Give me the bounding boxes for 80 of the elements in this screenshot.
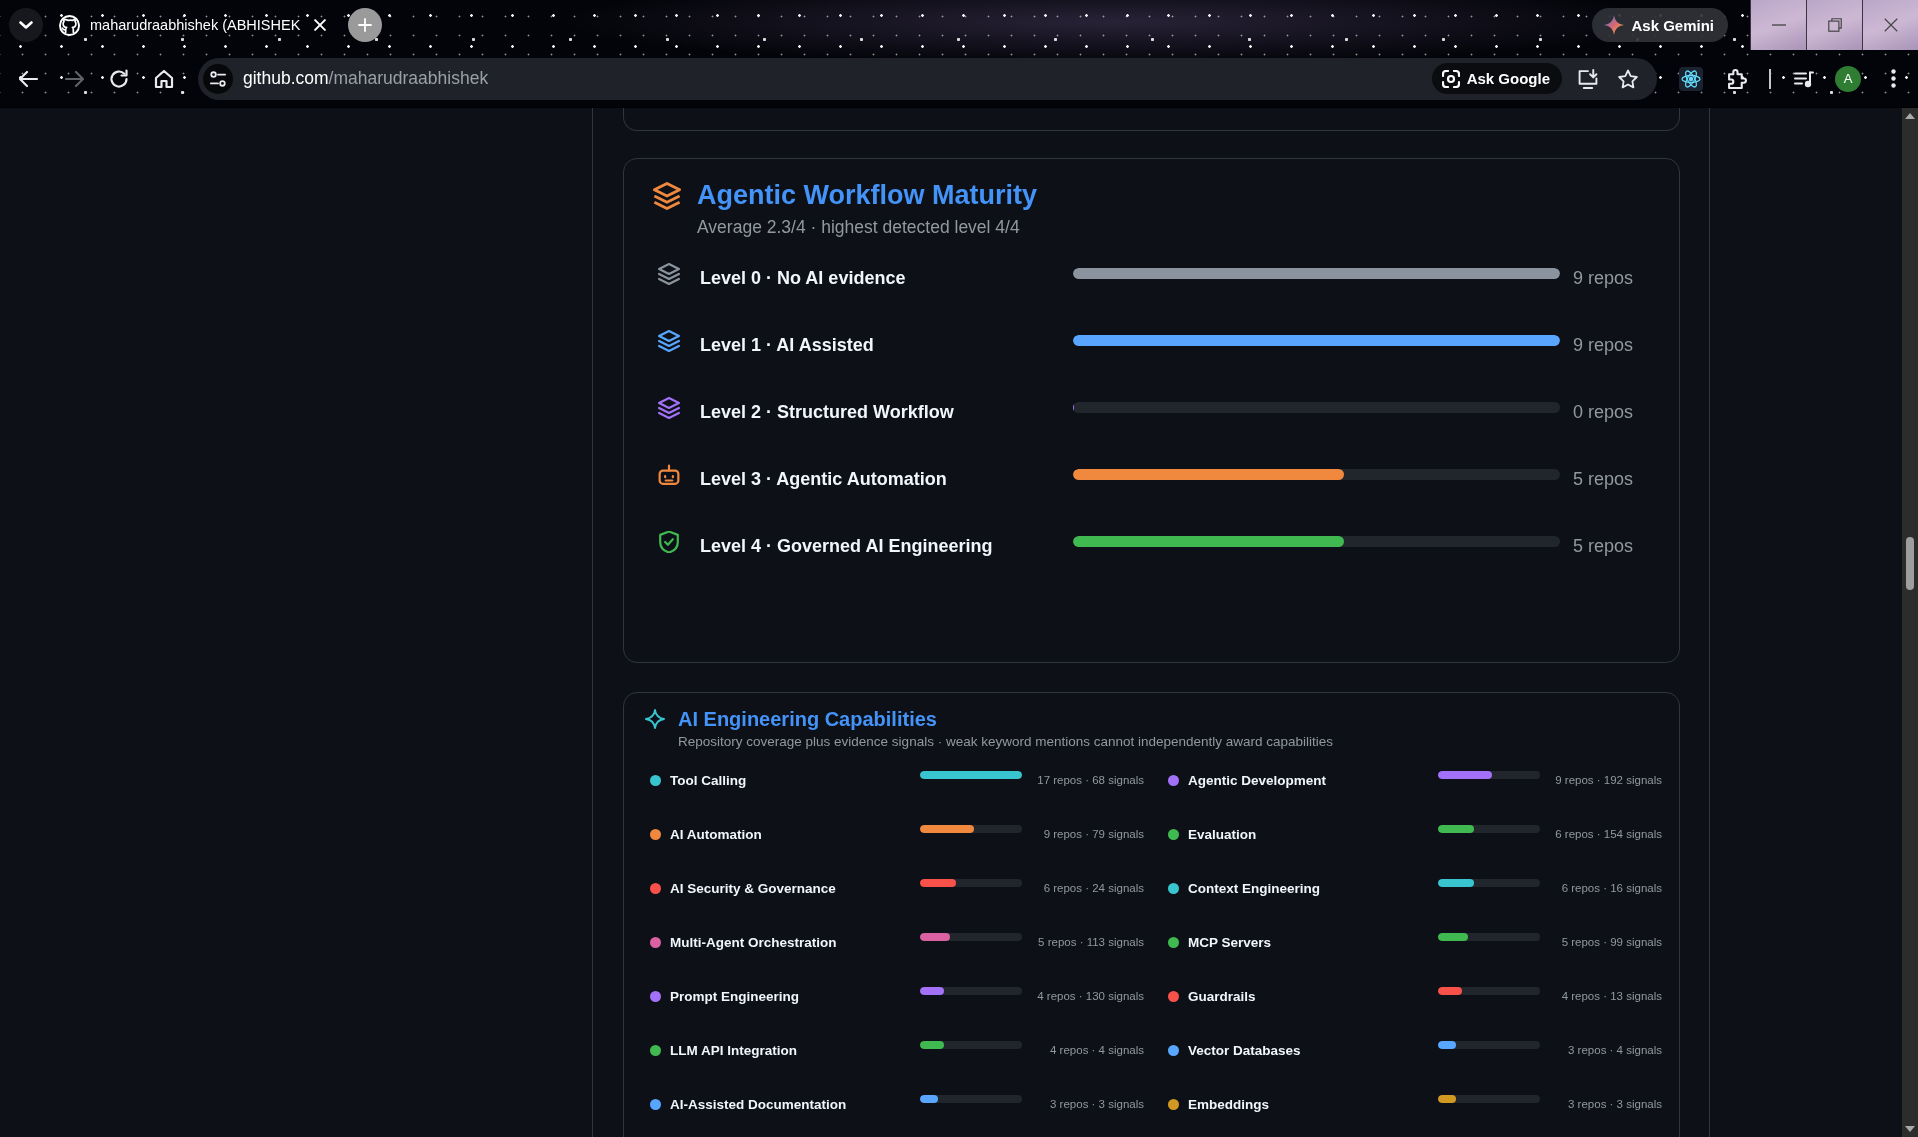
level-label: Level 2 · Structured Workflow [700,402,955,423]
plus-icon [356,16,375,34]
repo-signal-count: 17 repos · 68 signals [1036,774,1144,786]
close-icon [314,19,327,31]
back-arrow-icon [19,68,39,89]
repo-signal-count: 4 repos · 13 signals [1560,990,1662,1002]
card-title: AI Engineering Capabilities [678,707,938,731]
sparkle-icon [645,709,665,729]
star-icon [1618,68,1638,89]
scrollbar[interactable] [1902,108,1918,1137]
favicon-icon [59,14,80,36]
repo-signal-count: 4 repos · 4 signals [1049,1044,1144,1056]
capability-label: MCP Servers [1188,934,1273,950]
repo-signal-count: 3 repos · 4 signals [1567,1044,1662,1056]
repo-count: 9 repos [1571,268,1633,289]
card-subtitle: Average 2.3/4 · highest detected level 4/4 [697,216,1021,238]
repo-signal-count: 6 repos · 154 signals [1554,828,1662,840]
minimize-icon [1771,24,1786,26]
capability-label: Evaluation [1188,826,1258,842]
install-icon [1578,68,1598,89]
scrollbar-thumb[interactable] [1906,537,1914,590]
card-subtitle: Repository coverage plus evidence signals · weak keyword mentions cannot independently award capabilities [678,734,1334,750]
puzzle-icon [1727,68,1747,89]
tune-icon [210,70,226,87]
restore-button[interactable] [1806,0,1862,50]
capability-label: AI-Assisted Documentation [670,1096,848,1112]
close-window-button[interactable] [1862,0,1918,50]
level-label: Level 4 · Governed AI Engineering [700,536,994,557]
capability-label: Vector Databases [1188,1042,1302,1058]
capability-label: Context Engineering [1188,880,1321,896]
ask-google-button[interactable]: Ask Google [1431,63,1562,94]
browser-tab[interactable]: maharudraabhishek (ABHISHEK [51,7,339,43]
chevron-down-icon [19,21,33,29]
repo-signal-count: 4 repos · 130 signals [1036,990,1144,1002]
capability-label: AI Security & Governance [670,880,837,896]
repo-count: 0 repos [1571,402,1633,423]
close-icon [1883,18,1898,32]
level-label: Level 0 · No AI evidence [700,268,907,289]
repo-signal-count: 3 repos · 3 signals [1567,1098,1662,1110]
reload-icon [109,68,129,89]
capability-label: Agentic Development [1188,772,1328,788]
repo-signal-count: 5 repos · 113 signals [1037,936,1144,948]
card-title: Agentic Workflow Maturity [697,179,1038,212]
atom-icon [1679,66,1703,91]
scroll-down-icon[interactable] [1905,1126,1915,1132]
capability-label: Guardrails [1188,988,1257,1004]
forward-arrow-icon [64,68,84,89]
tab-search-button[interactable] [9,8,43,42]
repo-signal-count: 3 repos · 3 signals [1049,1098,1144,1110]
capability-label: AI Automation [670,826,763,842]
capability-label: Embeddings [1188,1096,1270,1112]
repo-signal-count: 5 repos · 99 signals [1560,936,1662,948]
ask-gemini-button[interactable]: Ask Gemini [1592,8,1728,42]
more-menu-icon [1890,69,1896,88]
capability-label: Prompt Engineering [670,988,800,1004]
repo-signal-count: 9 repos · 79 signals [1042,828,1144,840]
level-label: Level 3 · Agentic Automation [700,469,948,490]
capability-label: Tool Calling [670,772,748,788]
layers-icon [653,182,681,210]
site-info-button[interactable] [203,63,233,94]
profile-avatar[interactable]: A [1835,65,1861,92]
repo-signal-count: 9 repos · 192 signals [1554,774,1662,786]
repo-count: 5 repos [1571,536,1633,557]
new-tab-button[interactable] [348,8,383,42]
level-label: Level 1 · AI Assisted [700,335,875,356]
repo-count: 5 repos [1571,469,1633,490]
extension-button[interactable] [1677,64,1705,93]
scroll-up-icon[interactable] [1905,113,1915,119]
address-bar[interactable]: github.com/maharudraabhishek Ask Google [198,57,1657,100]
capability-label: LLM API Integration [670,1042,798,1058]
capability-label: Multi-Agent Orchestration [670,934,838,950]
minimize-button[interactable] [1750,0,1806,50]
restore-icon [1827,18,1842,32]
url-text: github.com/maharudraabhishek [243,68,489,89]
repo-signal-count: 6 repos · 16 signals [1560,882,1662,894]
repo-signal-count: 6 repos · 24 signals [1042,882,1144,894]
home-icon [154,68,174,89]
sparkle-icon [1604,15,1625,35]
lens-icon [1441,69,1460,88]
repo-count: 9 repos [1571,335,1633,356]
